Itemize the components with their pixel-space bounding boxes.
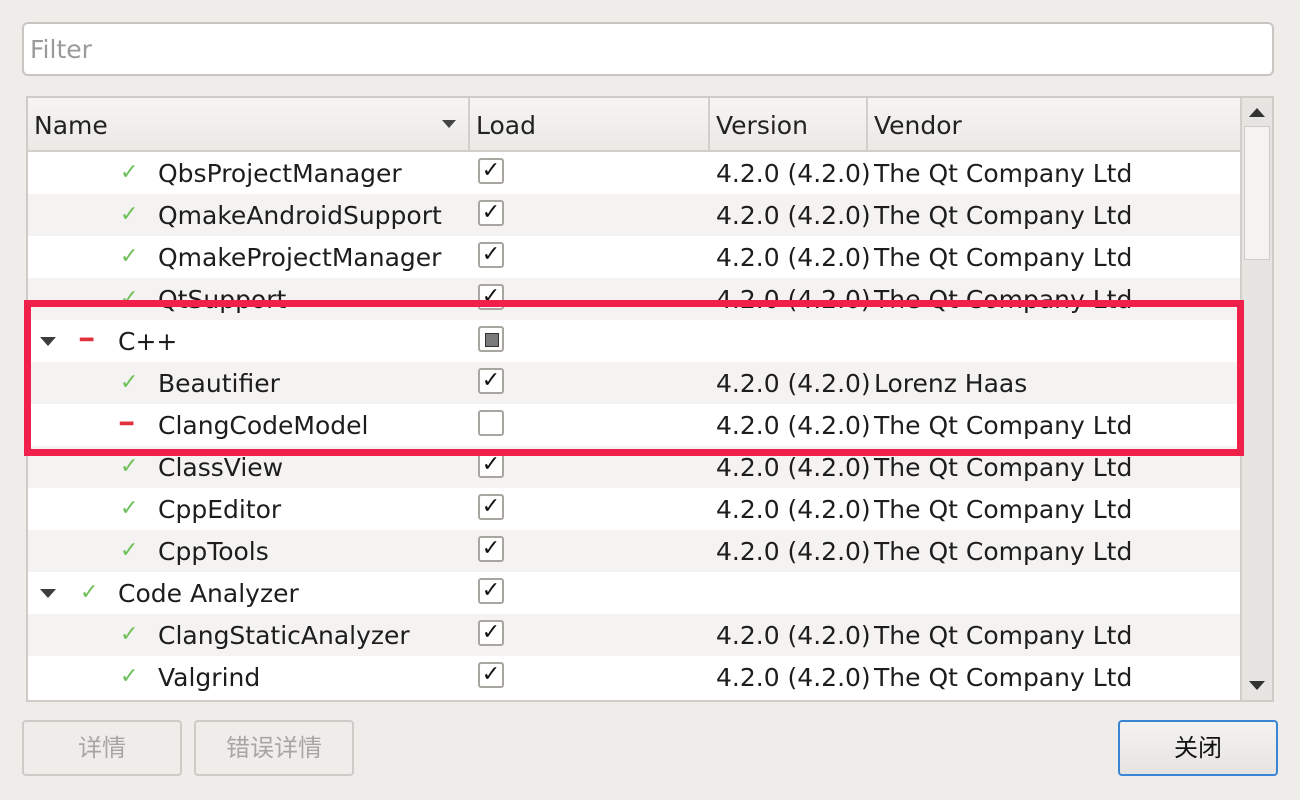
plugin-version: 4.2.0 (4.2.0)	[716, 663, 871, 692]
tree-row[interactable]: ✓ Valgrind ✓ 4.2.0 (4.2.0) The Qt Company Lt…	[28, 656, 1244, 698]
dash-icon: ━	[120, 412, 134, 437]
plugin-vendor: The Qt Company Ltd	[874, 159, 1133, 188]
load-checkbox[interactable]: ✓	[478, 620, 504, 646]
tree-group-row[interactable]: ✓ Code Analyzer ✓	[28, 572, 1244, 614]
tree-row[interactable]: ━ ClangCodeModel 4.2.0 (4.2.0) The Qt Compa…	[28, 404, 1244, 446]
plugin-name: Beautifier	[158, 369, 280, 398]
plugin-name: CppEditor	[158, 495, 282, 524]
vertical-scrollbar[interactable]	[1240, 98, 1272, 700]
scroll-down-button[interactable]	[1242, 672, 1272, 700]
check-icon: ✓	[120, 244, 139, 269]
expand-collapse-icon[interactable]	[40, 337, 56, 346]
check-icon: ✓	[120, 286, 139, 311]
plugin-name: ClangStaticAnalyzer	[158, 621, 410, 650]
check-icon: ✓	[120, 496, 139, 521]
load-checkbox[interactable]: ✓	[478, 494, 504, 520]
plugin-name: Code Analyzer	[118, 579, 299, 608]
expand-collapse-icon[interactable]	[40, 589, 56, 598]
details-button[interactable]: 详情	[22, 720, 182, 776]
load-checkbox[interactable]: ✓	[478, 536, 504, 562]
plugin-vendor: The Qt Company Ltd	[874, 243, 1133, 272]
column-header-name[interactable]: Name	[28, 98, 470, 150]
scrollbar-thumb[interactable]	[1244, 126, 1270, 260]
column-header-version[interactable]: Version	[710, 98, 868, 150]
load-checkbox[interactable]: ✓	[478, 452, 504, 478]
plugin-vendor: The Qt Company Ltd	[874, 663, 1133, 692]
column-header-name-label: Name	[34, 111, 108, 140]
tree-row[interactable]: ✓ QtSupport ✓ 4.2.0 (4.2.0) The Qt Company L…	[28, 278, 1244, 320]
check-icon: ✓	[120, 160, 139, 185]
plugin-vendor: The Qt Company Ltd	[874, 201, 1133, 230]
check-icon: ✓	[80, 580, 99, 605]
tree-header: Name Load Version Vendor	[28, 98, 1244, 152]
plugin-vendor: The Qt Company Ltd	[874, 285, 1133, 314]
plugin-vendor: The Qt Company Ltd	[874, 453, 1133, 482]
load-checkbox[interactable]	[478, 326, 504, 352]
plugin-version: 4.2.0 (4.2.0)	[716, 159, 871, 188]
column-header-load[interactable]: Load	[470, 98, 710, 150]
tree-row[interactable]: ✓ ClangStaticAnalyzer ✓ 4.2.0 (4.2.0) The Qt…	[28, 614, 1244, 656]
dash-icon: ━	[80, 328, 94, 353]
plugin-name: ClangCodeModel	[158, 411, 369, 440]
column-header-vendor-label: Vendor	[874, 111, 962, 140]
column-header-version-label: Version	[716, 111, 808, 140]
plugin-tree: Name Load Version Vendor ✓ QbsProjectMana…	[26, 96, 1274, 702]
tree-row[interactable]: ✓ Beautifier ✓ 4.2.0 (4.2.0) Lorenz Haas	[28, 362, 1244, 404]
load-checkbox[interactable]	[478, 410, 504, 436]
scroll-up-button[interactable]	[1242, 98, 1272, 126]
tree-group-row[interactable]: ━ C++	[28, 320, 1244, 362]
plugin-version: 4.2.0 (4.2.0)	[716, 621, 871, 650]
load-checkbox[interactable]: ✓	[478, 662, 504, 688]
check-icon: ✓	[120, 538, 139, 563]
tree-row[interactable]: ✓ QbsProjectManager ✓ 4.2.0 (4.2.0) The Qt C…	[28, 152, 1244, 194]
error-details-button[interactable]: 错误详情	[194, 720, 354, 776]
load-checkbox[interactable]: ✓	[478, 284, 504, 310]
tree-row[interactable]: ✓ QmakeAndroidSupport ✓ 4.2.0 (4.2.0) The Qt…	[28, 194, 1244, 236]
tree-row[interactable]: ✓ ClassView ✓ 4.2.0 (4.2.0) The Qt Company L…	[28, 446, 1244, 488]
tree-row[interactable]: ✓ QmakeProjectManager ✓ 4.2.0 (4.2.0) The Qt…	[28, 236, 1244, 278]
check-icon: ✓	[120, 622, 139, 647]
plugin-name: Valgrind	[158, 663, 261, 692]
plugin-name: QmakeProjectManager	[158, 243, 442, 272]
plugin-vendor: The Qt Company Ltd	[874, 621, 1133, 650]
plugin-version: 4.2.0 (4.2.0)	[716, 411, 871, 440]
close-button[interactable]: 关闭	[1118, 720, 1278, 776]
plugin-name: QtSupport	[158, 285, 287, 314]
sort-descending-icon	[442, 120, 456, 128]
load-checkbox[interactable]: ✓	[478, 578, 504, 604]
plugin-version: 4.2.0 (4.2.0)	[716, 495, 871, 524]
load-checkbox[interactable]: ✓	[478, 368, 504, 394]
plugin-name: ClassView	[158, 453, 284, 482]
plugin-version: 4.2.0 (4.2.0)	[716, 369, 871, 398]
plugin-vendor: The Qt Company Ltd	[874, 537, 1133, 566]
tree-rows: ✓ QbsProjectManager ✓ 4.2.0 (4.2.0) The Qt C…	[28, 152, 1244, 700]
check-icon: ✓	[120, 202, 139, 227]
plugin-version: 4.2.0 (4.2.0)	[716, 537, 871, 566]
load-checkbox[interactable]: ✓	[478, 242, 504, 268]
check-icon: ✓	[120, 664, 139, 689]
check-icon: ✓	[120, 454, 139, 479]
plugin-name: QmakeAndroidSupport	[158, 201, 442, 230]
plugin-vendor: The Qt Company Ltd	[874, 411, 1133, 440]
tree-row[interactable]: ✓ CppEditor ✓ 4.2.0 (4.2.0) The Qt Company L…	[28, 488, 1244, 530]
plugin-version: 4.2.0 (4.2.0)	[716, 453, 871, 482]
filter-input[interactable]	[22, 22, 1274, 76]
tree-row[interactable]: ✓ CppTools ✓ 4.2.0 (4.2.0) The Qt Company Lt…	[28, 530, 1244, 572]
plugin-name: QbsProjectManager	[158, 159, 402, 188]
plugin-version: 4.2.0 (4.2.0)	[716, 243, 871, 272]
plugin-vendor: The Qt Company Ltd	[874, 495, 1133, 524]
plugin-version: 4.2.0 (4.2.0)	[716, 201, 871, 230]
plugin-name: CppTools	[158, 537, 269, 566]
load-checkbox[interactable]: ✓	[478, 158, 504, 184]
column-header-vendor[interactable]: Vendor	[868, 98, 1244, 150]
plugin-version: 4.2.0 (4.2.0)	[716, 285, 871, 314]
column-header-load-label: Load	[476, 111, 536, 140]
plugin-name: C++	[118, 327, 178, 356]
plugin-vendor: Lorenz Haas	[874, 369, 1028, 398]
load-checkbox[interactable]: ✓	[478, 200, 504, 226]
check-icon: ✓	[120, 370, 139, 395]
